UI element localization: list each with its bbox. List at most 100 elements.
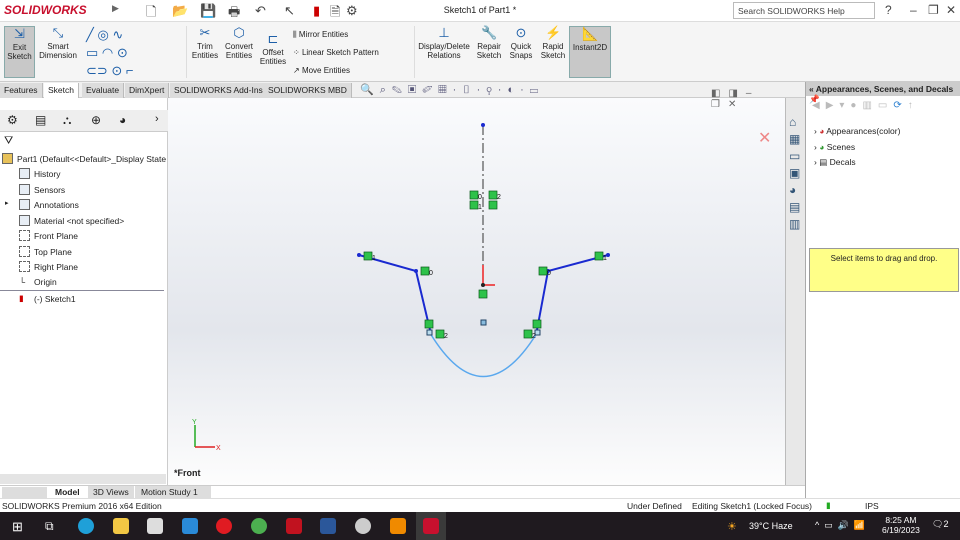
decals-item[interactable]: › ▤ Decals xyxy=(814,157,856,168)
task-pane-tab-icons[interactable]: ⌂ ▦ ▭ ▣ ◕ ▤ ▥ xyxy=(789,114,800,233)
tab-mbd[interactable]: SOLIDWORKS MBD xyxy=(264,83,352,98)
scenes-item[interactable]: › ◕ Scenes xyxy=(814,142,855,152)
tree-item-sensors[interactable]: Sensors xyxy=(19,184,65,195)
move-icon: ↗ xyxy=(293,66,302,75)
edge-icon[interactable] xyxy=(78,518,94,534)
filter-icon[interactable]: ⛛ xyxy=(4,135,13,148)
solidworks-taskbar-button[interactable] xyxy=(416,512,446,540)
left-line[interactable] xyxy=(358,254,431,331)
clock[interactable]: 8:25 AM 6/19/2023 xyxy=(882,515,920,535)
right-line[interactable] xyxy=(536,254,609,331)
centerline-endpoint[interactable] xyxy=(481,123,485,127)
tree-item-right-plane[interactable]: Right Plane xyxy=(19,261,78,272)
tab-3d-views[interactable]: 3D Views xyxy=(88,486,134,498)
options-gear-icon[interactable]: ⚙ xyxy=(346,3,358,19)
quick-snaps-button[interactable]: ⊙ Quick Snaps xyxy=(508,26,534,61)
smart-dimension-button[interactable]: ⤡ Smart Dimension xyxy=(38,25,78,61)
command-manager: ⇲ Exit Sketch ⤡ Smart Dimension ╱ ◎ ∿ ▭ ◠ ⊙… xyxy=(0,22,960,82)
material-icon xyxy=(19,215,30,226)
tab-sketch[interactable]: Sketch xyxy=(44,83,79,98)
file-explorer-icon[interactable] xyxy=(113,518,129,534)
tree-item-top-plane[interactable]: Top Plane xyxy=(19,246,72,257)
feature-manager-tab-icon[interactable]: ⚙ xyxy=(7,113,18,127)
weather-text[interactable]: 39°C Haze xyxy=(749,521,793,531)
instant2d-button[interactable]: 📐 Instant2D xyxy=(569,26,611,78)
tab-dimxpert[interactable]: DimXpert xyxy=(125,83,170,98)
exit-sketch-button[interactable]: ⇲ Exit Sketch xyxy=(4,26,35,78)
rebuild-icon[interactable]: ▮ xyxy=(313,3,320,19)
editing-status: Editing Sketch1 (Locked Focus) xyxy=(692,501,813,511)
tab-features[interactable]: Features xyxy=(0,83,43,98)
convert-entities-button[interactable]: ⬡ Convert Entities xyxy=(222,26,256,61)
tree-item-annotations[interactable]: Annotations xyxy=(19,199,79,210)
move-entities-button[interactable]: ↗ Move Entities xyxy=(293,66,350,75)
rapid-sketch-button[interactable]: ⚡ Rapid Sketch xyxy=(539,26,567,61)
close-button[interactable]: ✕ xyxy=(946,3,956,17)
arc-endpoint[interactable] xyxy=(426,329,433,336)
chevron-right-icon[interactable]: › xyxy=(155,113,159,125)
sketch-canvas[interactable]: 0 2 1 1 0 0 1 2 2 Y X xyxy=(168,98,785,485)
configuration-manager-tab-icon[interactable]: ⛬ xyxy=(63,113,71,128)
tab-model[interactable]: Model xyxy=(55,487,80,497)
tab-addins[interactable]: SOLIDWORKS Add-Ins xyxy=(170,83,268,98)
tab-motion-study[interactable]: Motion Study 1 xyxy=(135,486,211,498)
rebuild-status-icon: ▮ xyxy=(826,500,831,510)
minimize-button[interactable]: – xyxy=(910,3,917,17)
acrobat-icon[interactable] xyxy=(286,518,302,534)
tree-item-history[interactable]: History xyxy=(19,168,60,179)
units-selector[interactable]: IPS xyxy=(865,501,879,511)
smart-dimension-icon: ⤡ xyxy=(52,25,64,40)
rollback-bar[interactable] xyxy=(0,290,164,291)
undo-icon[interactable]: ↶ xyxy=(255,3,266,19)
chrome-icon[interactable] xyxy=(251,518,267,534)
menu-expand-icon[interactable]: ▶ xyxy=(112,3,119,14)
property-manager-tab-icon[interactable]: ▤ xyxy=(35,113,46,127)
display-delete-relations-button[interactable]: ⊥ Display/Delete Relations xyxy=(417,26,471,61)
task-view-icon[interactable]: ⧉ xyxy=(45,519,54,534)
restore-button[interactable]: ❐ xyxy=(928,3,939,17)
display-manager-tab-icon[interactable]: ◕ xyxy=(119,113,126,127)
notifications-button[interactable]: 🗨2 xyxy=(932,519,948,530)
task-pane-toolbar[interactable]: ◀▶▾●▥▭⟳↑ xyxy=(812,100,919,111)
mail-icon[interactable] xyxy=(182,518,198,534)
part-icon xyxy=(2,153,13,164)
expand-arrow-icon[interactable]: ▸ xyxy=(5,199,9,207)
open-icon[interactable]: 📂 xyxy=(172,3,188,19)
tree-item-sketch1[interactable]: ▮ (-) Sketch1 xyxy=(19,293,76,304)
relation-glyph xyxy=(478,289,488,299)
arc-center[interactable] xyxy=(480,319,487,326)
select-icon[interactable]: ↖ xyxy=(284,3,295,19)
vlc-icon[interactable] xyxy=(390,518,406,534)
store-icon[interactable] xyxy=(147,518,163,534)
tree-item-front-plane[interactable]: Front Plane xyxy=(19,230,78,241)
endpoint[interactable] xyxy=(414,269,418,273)
start-button[interactable]: ⊞ xyxy=(12,519,23,535)
tree-item-origin[interactable]: └ Origin xyxy=(19,277,57,287)
help-search-input[interactable]: Search SOLIDWORKS Help xyxy=(733,2,875,19)
save-icon[interactable]: 💾 xyxy=(200,3,216,19)
relation-glyph xyxy=(532,319,542,329)
trim-entities-button[interactable]: ✂ Trim Entities xyxy=(190,26,220,61)
system-tray-icons[interactable]: ^▭🔊📶 xyxy=(815,520,870,531)
endpoint[interactable] xyxy=(357,253,361,257)
snipping-icon[interactable] xyxy=(355,518,371,534)
relation-glyph xyxy=(538,266,548,276)
tree-root-part[interactable]: Part1 (Default<<Default>_Display State xyxy=(2,153,166,164)
dimxpert-tab-icon[interactable]: ⊕ xyxy=(91,113,101,127)
offset-entities-button[interactable]: ⊏ Offset Entities xyxy=(259,32,287,67)
opera-icon[interactable] xyxy=(216,518,232,534)
linear-pattern-button[interactable]: ⁘ Linear Sketch Pattern xyxy=(293,48,379,57)
mirror-entities-button[interactable]: ⫼ Mirror Entities xyxy=(293,30,348,40)
heads-up-view-toolbar[interactable]: 🔍⌕✎▣✐▦·▯·⚲·◐·▭ xyxy=(360,83,544,97)
relation-label: 0 xyxy=(429,270,433,277)
horizontal-scrollbar[interactable] xyxy=(0,474,166,484)
help-icon[interactable]: ? xyxy=(885,3,892,17)
tab-scroll-buttons[interactable] xyxy=(2,487,47,498)
repair-sketch-button[interactable]: 🔧 Repair Sketch xyxy=(475,26,503,61)
tab-evaluate[interactable]: Evaluate xyxy=(82,83,125,98)
sketch-entity-tools[interactable]: ╱ ◎ ∿ ▭ ◠ ⊙ ⊂⊃ ⊙ ⌐ xyxy=(86,26,134,80)
word-icon[interactable] xyxy=(320,518,336,534)
appearances-item[interactable]: › ◕ Appearances(color) xyxy=(814,126,900,136)
tree-item-material[interactable]: Material <not specified> xyxy=(19,215,124,226)
task-pane-header: « Appearances, Scenes, and Decals 📌 xyxy=(806,82,960,104)
